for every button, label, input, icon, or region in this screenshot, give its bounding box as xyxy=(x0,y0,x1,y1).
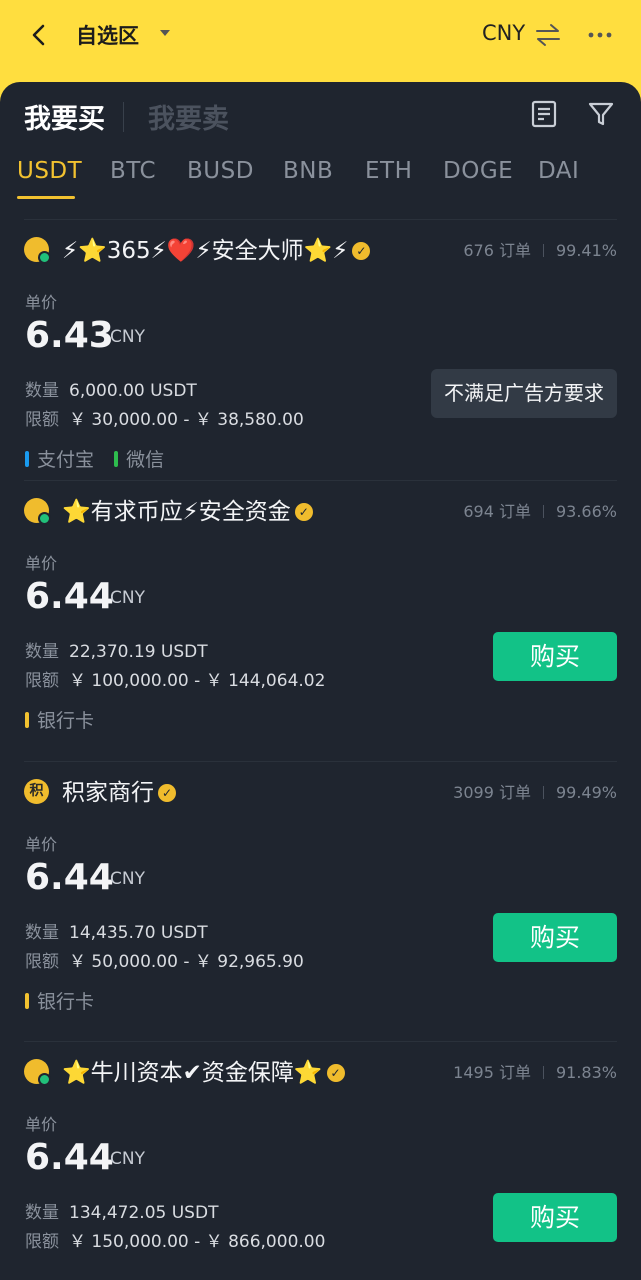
quantity-value: 22,370.19 USDT xyxy=(69,642,208,662)
merchant-name[interactable]: ⭐牛川资本✔资金保障⭐ ✓ xyxy=(62,1053,345,1087)
requirements-not-met-button[interactable]: 不满足广告方要求 xyxy=(431,369,617,418)
divider xyxy=(24,1041,617,1042)
caret-down-icon[interactable] xyxy=(158,26,172,40)
payment-wechat: 微信 xyxy=(114,449,164,471)
ad-card[interactable]: ⚡⭐365⚡❤️⚡安全大师⭐⚡ ✓ 676 订单 99.41% 单价 6.43 CN… xyxy=(0,219,641,499)
coin-tab-eth[interactable]: ETH xyxy=(365,158,412,184)
coin-tab-dai[interactable]: DAI xyxy=(538,158,579,184)
unit-price-label: 单价 xyxy=(25,293,58,312)
unit-price-label: 单价 xyxy=(25,1115,58,1134)
verified-badge-icon: ✓ xyxy=(158,784,176,802)
buy-button[interactable]: 购买 xyxy=(493,632,617,681)
filter-icon[interactable] xyxy=(587,99,615,129)
completion-rate: 99.41% xyxy=(555,241,617,260)
payment-methods: 支付宝 微信 xyxy=(25,445,178,472)
online-dot xyxy=(38,512,51,525)
price-value: 6.44 xyxy=(25,576,114,617)
divider xyxy=(24,761,617,762)
active-tab-indicator xyxy=(17,196,75,199)
quantity-value: 134,472.05 USDT xyxy=(69,1203,219,1223)
price-currency: CNY xyxy=(110,1149,145,1169)
online-dot xyxy=(38,251,51,264)
tab-divider xyxy=(123,102,124,132)
merchant-stats: 1495 订单 91.83% xyxy=(453,1059,617,1083)
coin-tab-btc[interactable]: BTC xyxy=(110,158,156,184)
coin-tab-busd[interactable]: BUSD xyxy=(187,158,254,184)
avatar xyxy=(24,237,51,264)
buy-button[interactable]: 购买 xyxy=(493,1193,617,1242)
ad-card[interactable]: 积 积家商行 ✓ 3099 订单 99.49% 单价 6.44 CNY 数量 14,4… xyxy=(0,761,641,1041)
orders-document-icon[interactable] xyxy=(530,99,558,129)
merchant-name[interactable]: 积家商行 ✓ xyxy=(62,773,176,807)
fiat-currency-selector[interactable]: CNY xyxy=(482,21,525,45)
avatar xyxy=(24,1059,51,1086)
online-dot xyxy=(38,1073,51,1086)
price-value: 6.44 xyxy=(25,1137,114,1178)
quantity-value: 14,435.70 USDT xyxy=(69,923,208,943)
limit-value: ￥ 100,000.00 - ￥ 144,064.02 xyxy=(69,671,326,691)
merchant-stats: 676 订单 99.41% xyxy=(463,237,617,261)
coin-tab-doge[interactable]: DOGE xyxy=(443,158,513,184)
tab-buy[interactable]: 我要买 xyxy=(24,97,105,136)
limit-value: ￥ 150,000.00 - ￥ 866,000.00 xyxy=(69,1232,326,1252)
payment-bank-card: 银行卡 xyxy=(25,710,94,732)
payment-methods: 银行卡 xyxy=(25,706,108,733)
merchant-name[interactable]: ⭐有求币应⚡安全资金 ✓ xyxy=(62,492,313,526)
completion-rate: 93.66% xyxy=(555,502,617,521)
unit-price-label: 单价 xyxy=(25,835,58,854)
trade-panel: 我要买 我要卖 USDT BTC BUSD BNB ETH DOGE DAI ⚡… xyxy=(0,82,641,1280)
avatar xyxy=(24,498,51,525)
quantity-row: 数量 6,000.00 USDT xyxy=(25,381,197,401)
limit-row: 限额 ￥ 30,000.00 - ￥ 38,580.00 xyxy=(25,410,304,430)
quantity-row: 数量 14,435.70 USDT xyxy=(25,923,208,943)
ad-card[interactable]: ⭐牛川资本✔资金保障⭐ ✓ 1495 订单 91.83% 单价 6.44 CNY 数… xyxy=(0,1041,641,1280)
price-currency: CNY xyxy=(110,327,145,347)
ad-card[interactable]: ⭐有求币应⚡安全资金 ✓ 694 订单 93.66% 单价 6.44 CNY 数量 2… xyxy=(0,480,641,760)
price-currency: CNY xyxy=(110,588,145,608)
verified-badge-icon: ✓ xyxy=(352,242,371,260)
merchant-stats: 3099 订单 99.49% xyxy=(453,779,617,803)
quantity-row: 数量 134,472.05 USDT xyxy=(25,1203,219,1223)
merchant-stats: 694 订单 93.66% xyxy=(463,498,617,522)
back-arrow-icon[interactable] xyxy=(26,22,52,48)
limit-value: ￥ 50,000.00 - ￥ 92,965.90 xyxy=(69,952,304,972)
coin-tab-usdt[interactable]: USDT xyxy=(17,158,82,184)
verified-badge-icon: ✓ xyxy=(294,503,313,521)
coin-tab-bnb[interactable]: BNB xyxy=(283,158,333,184)
quantity-row: 数量 22,370.19 USDT xyxy=(25,642,208,662)
order-count: 1495 订单 xyxy=(453,1063,531,1082)
order-count: 676 订单 xyxy=(463,241,531,260)
verified-badge-icon: ✓ xyxy=(326,1064,345,1082)
price-currency: CNY xyxy=(110,869,145,889)
completion-rate: 99.49% xyxy=(555,783,617,802)
limit-row: 限额 ￥ 50,000.00 - ￥ 92,965.90 xyxy=(25,952,304,972)
payment-bank-card: 银行卡 xyxy=(25,991,94,1013)
swap-icon[interactable] xyxy=(534,22,562,48)
more-icon[interactable] xyxy=(586,22,614,48)
order-count: 694 订单 xyxy=(463,502,531,521)
divider xyxy=(24,219,617,220)
completion-rate: 91.83% xyxy=(555,1063,617,1082)
unit-price-label: 单价 xyxy=(25,554,58,573)
limit-value: ￥ 30,000.00 - ￥ 38,580.00 xyxy=(69,410,304,430)
price-value: 6.43 xyxy=(25,315,114,356)
avatar: 积 xyxy=(24,779,49,804)
price-value: 6.44 xyxy=(25,857,114,898)
quantity-value: 6,000.00 USDT xyxy=(69,381,197,401)
order-count: 3099 订单 xyxy=(453,783,531,802)
merchant-name[interactable]: ⚡⭐365⚡❤️⚡安全大师⭐⚡ ✓ xyxy=(62,231,371,265)
limit-row: 限额 ￥ 150,000.00 - ￥ 866,000.00 xyxy=(25,1232,326,1252)
buy-button[interactable]: 购买 xyxy=(493,913,617,962)
divider xyxy=(24,480,617,481)
tab-sell[interactable]: 我要卖 xyxy=(148,97,229,136)
page-title[interactable]: 自选区 xyxy=(76,20,139,50)
limit-row: 限额 ￥ 100,000.00 - ￥ 144,064.02 xyxy=(25,671,326,691)
payment-methods: 银行卡 xyxy=(25,987,108,1014)
payment-alipay: 支付宝 xyxy=(25,449,94,471)
